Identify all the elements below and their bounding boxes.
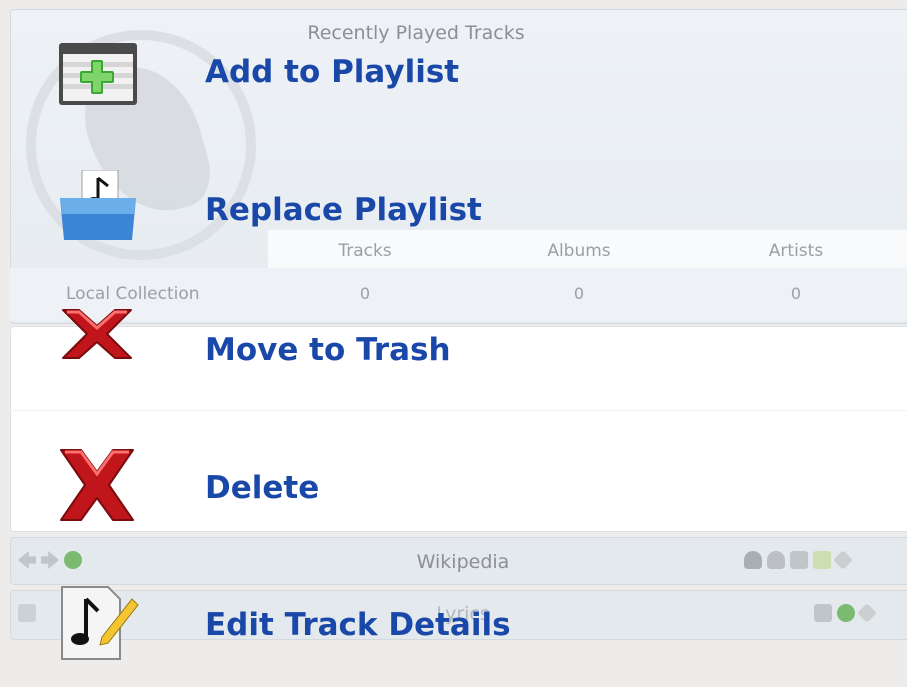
tracks-count: 0 — [359, 284, 371, 303]
wikipedia-title: Wikipedia — [416, 551, 510, 573]
add-to-playlist-icon — [58, 42, 138, 106]
lyrics-edit-icons — [18, 604, 36, 622]
reload-icon[interactable] — [64, 551, 82, 569]
recently-played-title: Recently Played Tracks — [307, 22, 525, 44]
content-panel — [10, 326, 907, 532]
back-arrow-icon[interactable] — [18, 551, 36, 569]
panel-divider — [10, 410, 907, 411]
column-tracks[interactable]: Tracks — [305, 241, 425, 261]
column-albums[interactable]: Albums — [519, 241, 639, 261]
wikipedia-tool-icons — [744, 550, 853, 570]
menu-move-to-trash[interactable]: Move to Trash — [205, 332, 451, 368]
column-artists[interactable]: Artists — [736, 241, 856, 261]
forward-arrow-icon[interactable] — [41, 551, 59, 569]
edit-track-icon — [58, 585, 140, 661]
settings-tool-icon[interactable] — [833, 550, 853, 570]
lyrics-settings-icon[interactable] — [857, 603, 877, 623]
lyrics-tool-icons — [814, 603, 877, 623]
artist-icon[interactable] — [744, 551, 762, 569]
albums-count: 0 — [573, 284, 585, 303]
delete-icon — [55, 444, 139, 526]
menu-replace-playlist[interactable]: Replace Playlist — [205, 192, 482, 228]
save-lyrics-icon[interactable] — [814, 604, 832, 622]
menu-delete[interactable]: Delete — [205, 470, 319, 506]
album-icon[interactable] — [790, 551, 808, 569]
composer-icon[interactable] — [767, 551, 785, 569]
replace-playlist-icon — [58, 170, 138, 242]
trash-icon — [55, 306, 139, 362]
edit-lyrics-icon[interactable] — [18, 604, 36, 622]
wikipedia-nav-icons — [18, 551, 82, 569]
menu-edit-track-details[interactable]: Edit Track Details — [205, 607, 511, 643]
track-note-icon[interactable] — [813, 551, 831, 569]
reload-lyrics-icon[interactable] — [837, 604, 855, 622]
menu-add-to-playlist[interactable]: Add to Playlist — [205, 54, 459, 90]
artists-count: 0 — [790, 284, 802, 303]
local-collection-label: Local Collection — [66, 284, 200, 304]
